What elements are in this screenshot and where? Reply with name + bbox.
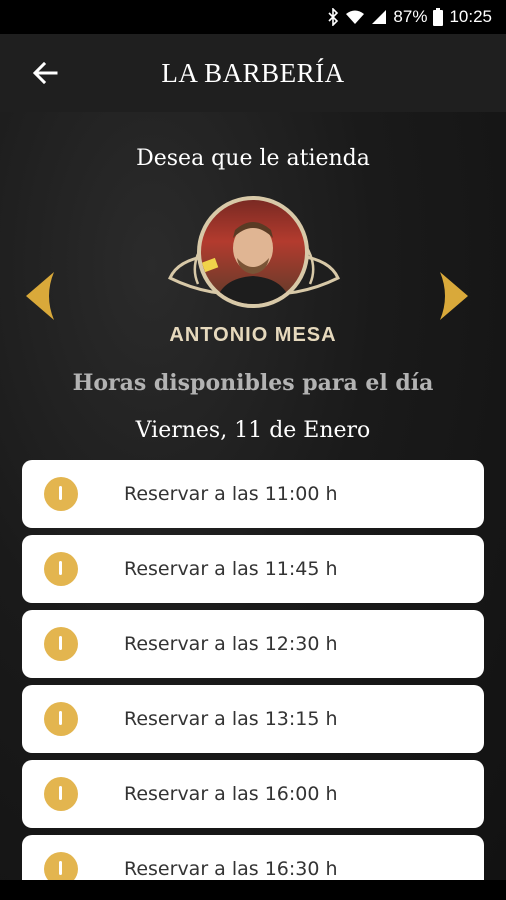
back-button[interactable] (28, 56, 62, 90)
time-slot-label: Reservar a las 11:45 h (124, 558, 338, 580)
time-slot-button[interactable]: Reservar a las 13:15 h (22, 685, 484, 753)
time-slot-button[interactable]: Reservar a las 16:00 h (22, 760, 484, 828)
clock-icon (44, 477, 78, 511)
avatar-frame (168, 196, 340, 308)
battery-level: 87% (393, 7, 428, 26)
clock-icon (44, 852, 78, 880)
clock-icon (44, 552, 78, 586)
time-slot-label: Reservar a las 16:00 h (124, 783, 338, 805)
available-hours-title: Horas disponibles para el día (72, 370, 434, 396)
next-barber-button[interactable] (438, 270, 470, 322)
time-slot-label: Reservar a las 13:15 h (124, 708, 338, 730)
bottom-bar (0, 880, 506, 900)
app-title: LA BARBERÍA (161, 57, 345, 88)
time-slot-label: Reservar a las 16:30 h (124, 858, 338, 880)
signal-icon (371, 9, 387, 25)
time-slot-label: Reservar a las 11:00 h (124, 483, 338, 505)
clock-icon (44, 627, 78, 661)
time-slot-label: Reservar a las 12:30 h (124, 633, 338, 655)
main-content: Desea que le atienda ANTONIO MESA Horas … (0, 112, 506, 880)
clock-icon (44, 702, 78, 736)
chevron-right-icon (440, 272, 468, 320)
time-slot-button[interactable]: Reservar a las 11:00 h (22, 460, 484, 528)
time-slot-button[interactable]: Reservar a las 11:45 h (22, 535, 484, 603)
time-slot-button[interactable]: Reservar a las 16:30 h (22, 835, 484, 880)
clock-icon (44, 777, 78, 811)
clock: 10:25 (449, 7, 492, 26)
barber-carousel: ANTONIO MESA (0, 196, 506, 356)
time-slot-button[interactable]: Reservar a las 12:30 h (22, 610, 484, 678)
previous-barber-button[interactable] (24, 270, 56, 322)
bluetooth-icon (327, 8, 339, 26)
arrow-left-icon (32, 62, 58, 84)
wifi-icon (345, 9, 365, 25)
chevron-left-icon (26, 272, 54, 320)
barber-name: ANTONIO MESA (169, 324, 337, 346)
barber-prompt: Desea que le atienda (136, 146, 370, 171)
selected-day: Viernes, 11 de Enero (135, 418, 371, 443)
time-slot-list: Reservar a las 11:00 h Reservar a las 11… (22, 460, 484, 880)
barber-avatar (197, 196, 309, 308)
status-bar: 87% 10:25 (0, 0, 506, 34)
app-bar: LA BARBERÍA (0, 34, 506, 112)
battery-icon (433, 8, 444, 26)
